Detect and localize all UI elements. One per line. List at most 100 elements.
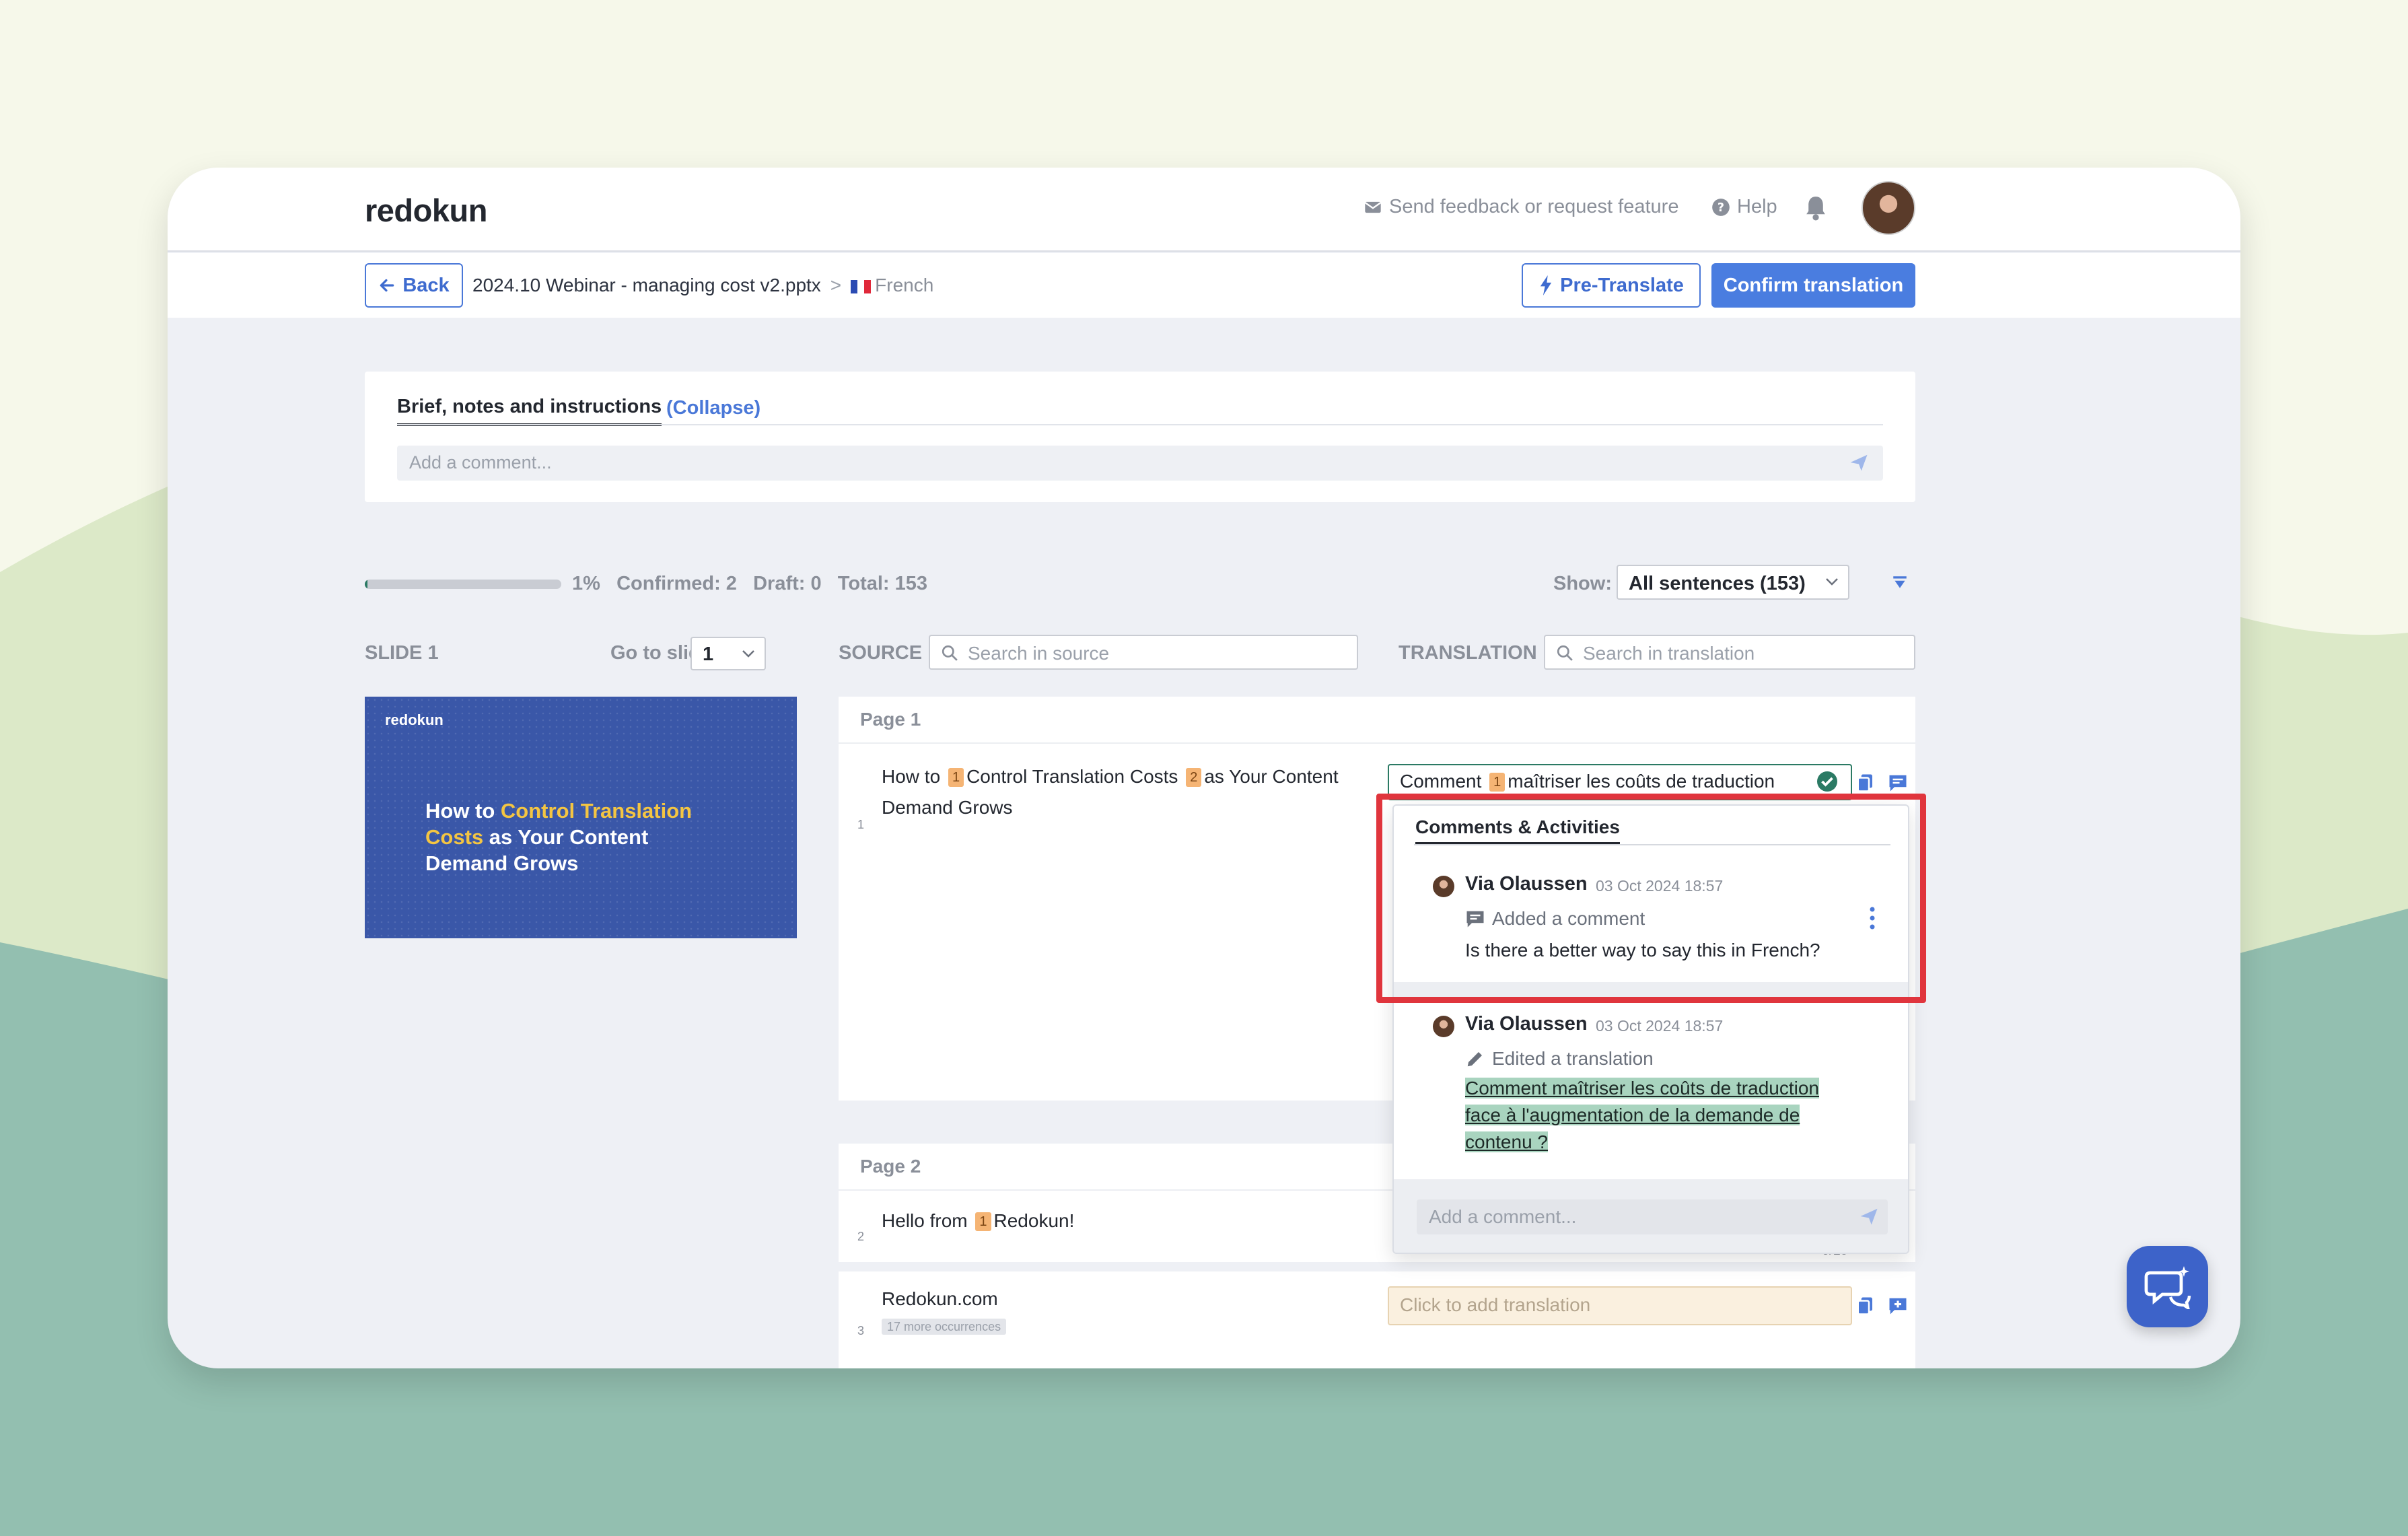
edited-translation-text: Comment maîtriser les coûts de traductio…: [1465, 1075, 1842, 1156]
tag-badge: 1: [1489, 773, 1506, 792]
tag-badge: 1: [948, 768, 964, 787]
progress-percent: 1%: [572, 573, 600, 594]
page-1-label: Page 1: [860, 709, 921, 730]
divider: [839, 742, 1915, 744]
occurrences-badge[interactable]: 17 more occurrences: [882, 1319, 1007, 1335]
goto-slide-select[interactable]: 1: [690, 637, 766, 670]
translation-search-input[interactable]: Search in translation: [1544, 635, 1915, 670]
segment-3-translation-input[interactable]: Click to add translation: [1388, 1286, 1852, 1325]
french-flag-icon: [851, 279, 872, 293]
bell-icon[interactable]: [1803, 195, 1829, 221]
highlight-annotation: [1376, 794, 1926, 1003]
activity-kind: Edited a translation: [1465, 1048, 1654, 1070]
comment-icon[interactable]: [1888, 773, 1908, 793]
confirmed-count: Confirmed: 2: [616, 573, 737, 594]
collapse-all-icon[interactable]: [1891, 574, 1909, 592]
pencil-icon: [1467, 1052, 1482, 1067]
slide-title-part: How to: [425, 799, 501, 823]
chat-support-button[interactable]: [2127, 1246, 2208, 1327]
draft-count: Draft: 0: [753, 573, 822, 594]
segment-3-card: 3 Redokun.com 17 more occurrences Click …: [839, 1271, 1915, 1368]
source-column-label: SOURCE: [839, 642, 923, 664]
source-search-input[interactable]: Search in source: [929, 635, 1358, 670]
send-icon[interactable]: [1848, 452, 1870, 473]
progress-row: 1% Confirmed: 2 Draft: 0 Total: 153 Show…: [365, 565, 1915, 605]
target-language: French: [851, 275, 933, 296]
goto-slide-value: 1: [703, 643, 714, 665]
segment-3-source[interactable]: Redokun.com: [882, 1284, 998, 1315]
slide-label: SLIDE 1: [365, 642, 439, 664]
feedback-link[interactable]: Send feedback or request feature: [1364, 196, 1678, 218]
popover-footer: Add a comment...: [1394, 1179, 1908, 1253]
pretranslate-button[interactable]: Pre-Translate: [1522, 263, 1701, 308]
app-logo[interactable]: redokun: [365, 192, 487, 229]
confirmed-check-icon: [1817, 771, 1837, 792]
search-icon: [942, 645, 958, 661]
top-bar: redokun Send feedback or request feature…: [168, 168, 2240, 252]
progress-stats: 1% Confirmed: 2 Draft: 0 Total: 153: [572, 573, 927, 595]
progress-bar-fill: [365, 580, 368, 589]
user-avatar[interactable]: [1862, 181, 1915, 235]
total-count: Total: 153: [837, 573, 928, 594]
activity-date: 03 Oct 2024 18:57: [1596, 1017, 1724, 1035]
tag-badge: 1: [975, 1212, 991, 1231]
translation-search-placeholder: Search in translation: [1583, 643, 1755, 664]
brief-comment-input[interactable]: Add a comment...: [397, 446, 1883, 481]
envelope-icon: [1364, 201, 1382, 213]
translation-text: Comment: [1400, 771, 1482, 792]
show-filter-select[interactable]: All sentences (153): [1617, 565, 1849, 600]
source-text: How to: [882, 766, 941, 787]
back-button[interactable]: Back: [365, 263, 463, 308]
chevron-down-icon: [1826, 578, 1838, 586]
source-search-placeholder: Search in source: [968, 643, 1110, 664]
brief-tab[interactable]: Brief, notes and instructions: [397, 396, 662, 426]
translation-column-label: TRANSLATION: [1398, 642, 1537, 664]
chevron-down-icon: [742, 650, 754, 658]
divider: [397, 424, 1883, 425]
breadcrumb-separator: >: [830, 275, 842, 295]
copy-source-icon[interactable]: [1855, 1296, 1876, 1316]
lightning-icon: [1540, 275, 1552, 295]
app-window: redokun Send feedback or request feature…: [168, 168, 2240, 1368]
send-icon[interactable]: [1858, 1206, 1880, 1226]
chat-sparkle-icon: [2144, 1265, 2191, 1309]
pretranslate-label: Pre-Translate: [1560, 274, 1684, 296]
add-comment-icon[interactable]: [1888, 1296, 1908, 1316]
source-text: Hello from: [882, 1210, 968, 1231]
occurrences-label: 17 more occurrences: [882, 1319, 1007, 1335]
breadcrumb: 2024.10 Webinar - managing cost v2.pptx …: [472, 275, 933, 296]
search-icon: [1557, 645, 1573, 661]
segment-number: 1: [857, 818, 865, 831]
back-label: Back: [402, 274, 450, 296]
slide-preview[interactable]: redokun How to Control Translation Costs…: [365, 697, 797, 938]
source-text: Redokun!: [993, 1210, 1075, 1231]
page-2-label: Page 2: [860, 1156, 921, 1177]
source-text: Control Translation Costs: [966, 766, 1178, 787]
show-filter-value: All sentences (153): [1629, 573, 1806, 594]
segment-2-source[interactable]: Hello from 1 Redokun!: [882, 1206, 1339, 1236]
activity-kind-label: Edited a translation: [1492, 1048, 1654, 1069]
tag-badge: 2: [1186, 768, 1202, 787]
help-icon: ?: [1712, 198, 1730, 216]
file-name: 2024.10 Webinar - managing cost v2.pptx: [472, 275, 821, 295]
progress-bar: [365, 580, 561, 589]
help-label: Help: [1737, 196, 1777, 217]
help-link[interactable]: ? Help: [1711, 196, 1777, 218]
slide-logo: redokun: [385, 711, 444, 728]
activity-user: Via Olaussen: [1465, 1013, 1588, 1035]
segment-1-source[interactable]: How to 1 Control Translation Costs 2 as Yo…: [882, 761, 1339, 823]
arrow-left-icon: [380, 279, 394, 292]
svg-text:?: ?: [1718, 201, 1724, 214]
collapse-link[interactable]: (Collapse): [666, 397, 760, 419]
show-label: Show:: [1553, 573, 1612, 594]
confirm-translation-button[interactable]: Confirm translation: [1711, 263, 1915, 308]
popover-comment-input[interactable]: Add a comment...: [1417, 1199, 1888, 1234]
avatar: [1433, 1016, 1454, 1037]
document-toolbar: Back 2024.10 Webinar - managing cost v2.…: [168, 253, 2240, 318]
brief-panel: Brief, notes and instructions (Collapse)…: [365, 372, 1915, 502]
slide-title: How to Control Translation Costs as Your…: [425, 798, 735, 876]
language-label: French: [875, 275, 934, 295]
highlighted-translation: Comment maîtriser les coûts de traductio…: [1465, 1078, 1819, 1152]
feedback-label: Send feedback or request feature: [1389, 196, 1679, 217]
copy-source-icon[interactable]: [1855, 773, 1876, 793]
